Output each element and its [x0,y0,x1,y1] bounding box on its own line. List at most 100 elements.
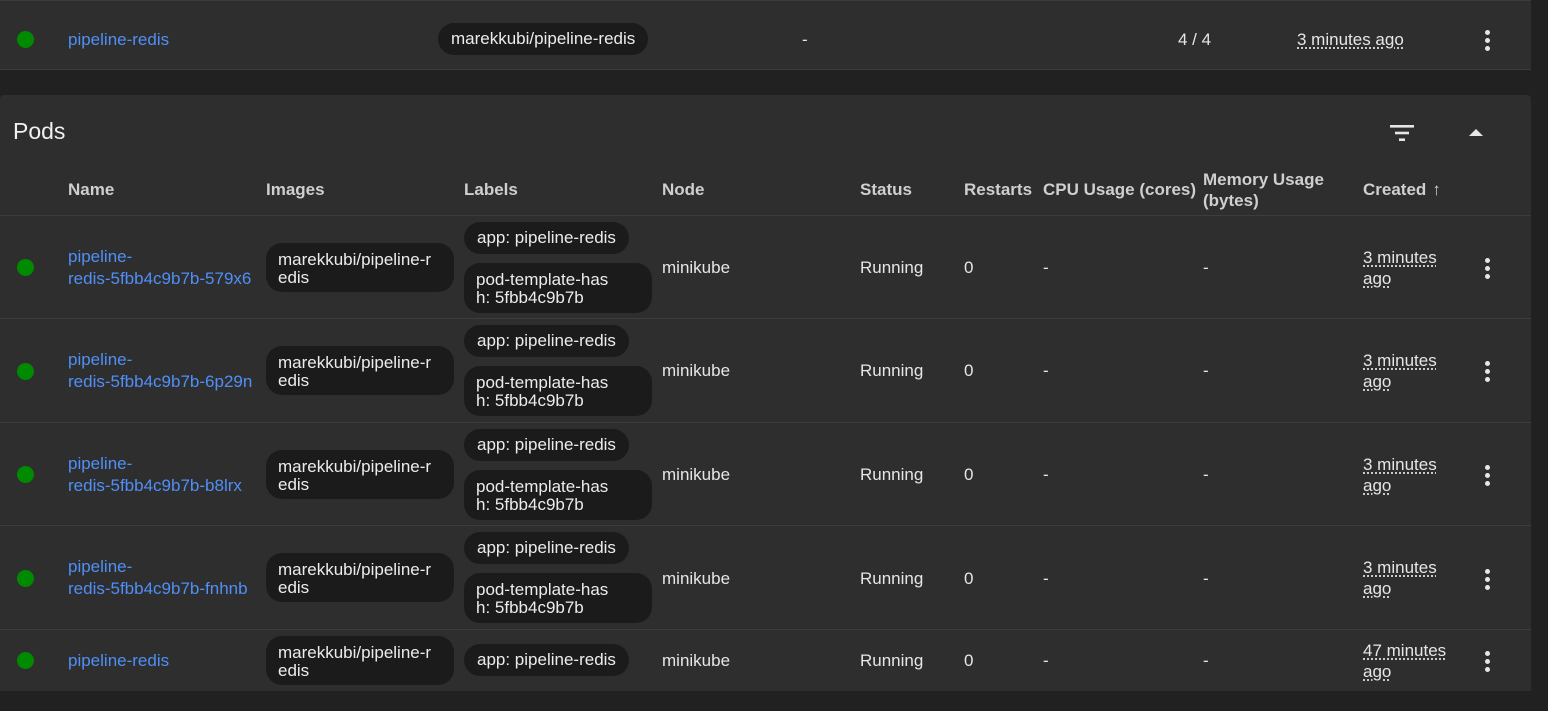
label-chip-pod-template-hash: pod-template-has h: 5fbb4c9b7b [464,470,652,520]
image-chip-line1: marekkubi/pipeline-r [278,250,432,269]
pod-created-line1: 3 minutes [1363,455,1437,474]
pod-created-line1: 3 minutes [1363,248,1437,267]
pod-more-menu-icon[interactable] [1475,461,1499,489]
pod-name-link-line1[interactable]: pipeline- [68,455,132,473]
pod-node: minikube [662,465,731,484]
column-header-node[interactable]: Node [662,181,705,199]
deployment-name-link[interactable]: pipeline-redis [68,31,169,49]
pod-created-line2: ago [1363,476,1392,495]
deployment-labels: - [802,30,808,49]
pod-cpu: - [1043,569,1049,588]
pod-status: Running [860,465,924,484]
label-hash-line2: h: 5fbb4c9b7b [476,495,584,514]
label-chip-app: app: pipeline-redis [464,644,629,676]
label-hash-line1: pod-template-has [476,477,609,496]
pod-name-link-line2[interactable]: redis-5fbb4c9b7b-b8lrx [68,477,242,495]
pod-memory: - [1203,361,1209,380]
pod-name-link-line2[interactable]: redis-5fbb4c9b7b-fnhnb [68,580,248,598]
pod-node: minikube [662,258,731,277]
label-chip-app: app: pipeline-redis [464,325,629,357]
table-row: pipeline- redis-5fbb4c9b7b-6p29n marekku… [0,318,1531,422]
pod-restarts: 0 [964,651,974,670]
column-header-created-label: Created [1363,180,1427,199]
pod-created-line1: 3 minutes [1363,558,1437,577]
pod-cpu: - [1043,651,1049,670]
pod-cpu: - [1043,465,1049,484]
image-chip: marekkubi/pipeline-r edis [266,450,454,499]
pod-name-link[interactable]: pipeline-redis [68,652,169,670]
column-header-name[interactable]: Name [68,181,114,199]
pod-status: Running [860,569,924,588]
deployment-table: pipeline-redis marekkubi/pipeline-redis … [0,0,1531,70]
deployment-image-chip: marekkubi/pipeline-redis [438,23,649,55]
column-header-status[interactable]: Status [860,181,912,199]
pod-node: minikube [662,569,731,588]
pod-created-line1: 3 minutes [1363,351,1437,370]
column-header-cpu: CPU Usage (cores) [1043,180,1197,199]
pod-restarts: 0 [964,569,974,588]
image-chip-line2: edis [278,578,310,597]
label-hash-line2: h: 5fbb4c9b7b [476,288,584,307]
pod-name-link-line1[interactable]: pipeline- [68,558,132,576]
label-chip-pod-template-hash: pod-template-has h: 5fbb4c9b7b [464,366,652,416]
pod-restarts: 0 [964,361,974,380]
pod-memory: - [1203,651,1209,670]
filter-icon[interactable] [1389,123,1415,143]
column-header-created[interactable]: Created ↑ [1363,181,1441,199]
pod-name-link-line2[interactable]: redis-5fbb4c9b7b-6p29n [68,373,252,391]
label-hash-line1: pod-template-has [476,270,609,289]
deployment-more-menu-icon[interactable] [1475,26,1499,54]
chevron-up-icon[interactable] [1466,125,1486,139]
pod-cpu: - [1043,361,1049,380]
table-row: pipeline- redis-5fbb4c9b7b-fnhnb marekku… [0,525,1531,629]
label-chip-pod-template-hash: pod-template-has h: 5fbb4c9b7b [464,573,652,623]
pod-name-link-line1[interactable]: pipeline- [68,248,132,266]
pod-restarts: 0 [964,258,974,277]
status-ok-icon [17,466,34,483]
pod-name-link-line1[interactable]: pipeline- [68,351,132,369]
status-ok-icon [17,570,34,587]
status-ok-icon [17,363,34,380]
label-chip-app: app: pipeline-redis [464,222,629,254]
pod-status: Running [860,361,924,380]
image-chip: marekkubi/pipeline-r edis [266,553,454,602]
label-hash-line1: pod-template-has [476,373,609,392]
image-chip-line2: edis [278,661,310,680]
image-chip-line1: marekkubi/pipeline-r [278,353,432,372]
image-chip: marekkubi/pipeline-r edis [266,636,454,685]
pod-node: minikube [662,361,731,380]
status-ok-icon [17,31,34,48]
label-chip-pod-template-hash: pod-template-has h: 5fbb4c9b7b [464,263,652,313]
image-chip-line1: marekkubi/pipeline-r [278,457,432,476]
column-header-labels: Labels [464,180,518,199]
table-row: pipeline- redis-5fbb4c9b7b-579x6 marekku… [0,215,1531,319]
column-header-restarts: Restarts [964,180,1033,199]
deployment-created-time: 3 minutes ago [1297,30,1404,49]
deployment-pods-count: 4 / 4 [1178,30,1212,49]
pod-created-line1: 47 minutes [1363,641,1447,660]
pod-memory: - [1203,258,1209,277]
pod-created-line2: ago [1363,372,1392,391]
image-chip: marekkubi/pipeline-r edis [266,346,454,395]
label-chip-app: app: pipeline-redis [464,429,629,461]
label-chip-app: app: pipeline-redis [464,532,629,564]
pod-status: Running [860,258,924,277]
pods-card: Pods Name Images Labels Node Status Rest… [0,95,1531,691]
label-hash-line2: h: 5fbb4c9b7b [476,598,584,617]
pod-more-menu-icon[interactable] [1475,357,1499,385]
table-row: pipeline- redis-5fbb4c9b7b-b8lrx marekku… [0,422,1531,526]
pod-more-menu-icon[interactable] [1475,647,1499,675]
pod-cpu: - [1043,258,1049,277]
pod-node: minikube [662,651,731,670]
image-chip-line2: edis [278,475,310,494]
status-ok-icon [17,652,34,669]
pod-memory: - [1203,465,1209,484]
image-chip-line2: edis [278,268,310,287]
pod-more-menu-icon[interactable] [1475,565,1499,593]
column-header-memory-line1: Memory Usage [1203,170,1324,189]
pod-more-menu-icon[interactable] [1475,254,1499,282]
status-ok-icon [17,259,34,276]
pod-name-link-line2[interactable]: redis-5fbb4c9b7b-579x6 [68,270,251,288]
sort-ascending-icon: ↑ [1432,180,1441,199]
column-header-memory-line2: (bytes) [1203,191,1259,210]
